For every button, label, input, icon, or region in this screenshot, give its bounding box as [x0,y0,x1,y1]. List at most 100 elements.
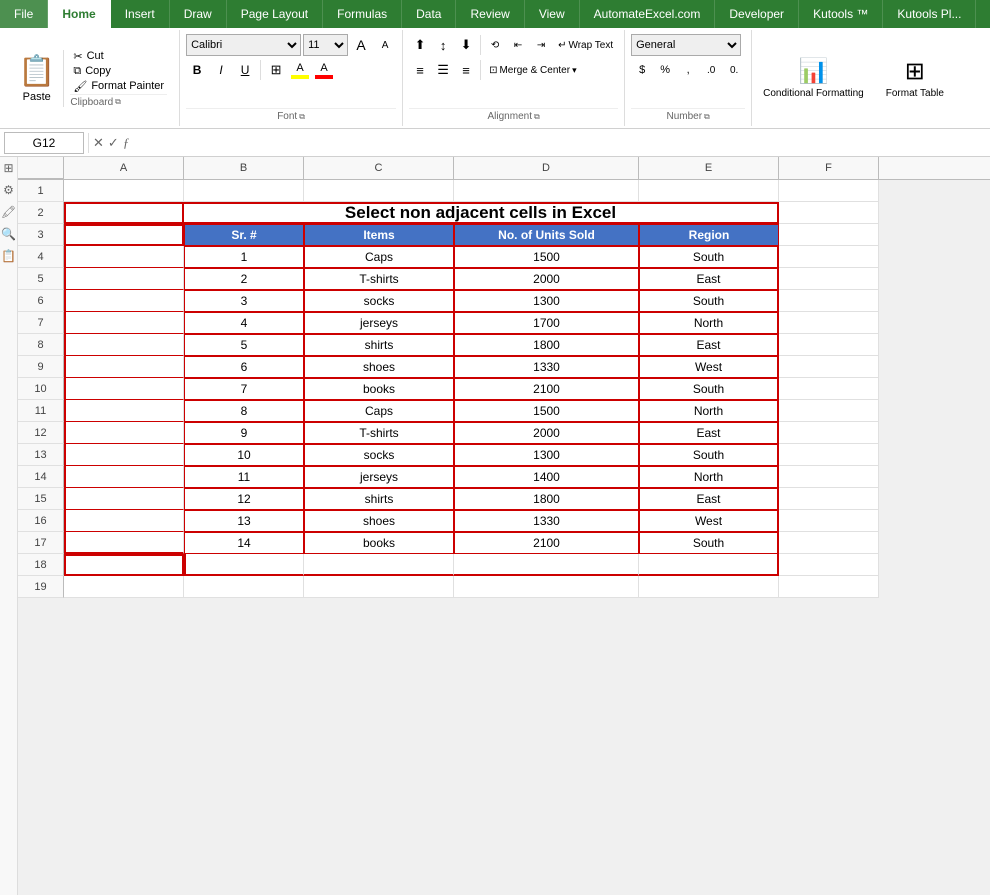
cell-C1[interactable] [304,180,454,202]
cell-D3[interactable]: No. of Units Sold [454,224,639,246]
cell-C15[interactable]: shirts [304,488,454,510]
row-header-8[interactable]: 8 [18,334,64,356]
indent-decrease-button[interactable]: ⇤ [507,34,529,56]
tab-view[interactable]: View [525,0,580,28]
number-format-select[interactable]: General [631,34,741,56]
col-header-C[interactable]: C [304,157,454,179]
cell-D4[interactable]: 1500 [454,246,639,268]
cell-B12[interactable]: 9 [184,422,304,444]
row-header-5[interactable]: 5 [18,268,64,290]
cell-F2[interactable] [779,202,879,224]
cell-A14[interactable] [64,466,184,488]
wrap-text-button[interactable]: ↵ Wrap Text [553,34,618,56]
cell-E5[interactable]: East [639,268,779,290]
cell-B6[interactable]: 3 [184,290,304,312]
font-name-select[interactable]: Calibri [186,34,301,56]
cell-C17[interactable]: books [304,532,454,554]
cell-D5[interactable]: 2000 [454,268,639,290]
cell-F15[interactable] [779,488,879,510]
row-header-1[interactable]: 1 [18,180,64,202]
row-header-3[interactable]: 3 [18,224,64,246]
copy-button[interactable]: ⧉ Copy [70,64,167,79]
cell-E19[interactable] [639,576,779,598]
cell-B15[interactable]: 12 [184,488,304,510]
currency-button[interactable]: $ [631,59,653,81]
cell-B4[interactable]: 1 [184,246,304,268]
decrease-font-button[interactable]: A [374,34,396,56]
align-middle-button[interactable]: ↕ [432,34,454,56]
font-size-select[interactable]: 11 [303,34,348,56]
row-header-15[interactable]: 15 [18,488,64,510]
italic-button[interactable]: I [210,59,232,81]
cell-A10[interactable] [64,378,184,400]
cell-E12[interactable]: East [639,422,779,444]
cell-D15[interactable]: 1800 [454,488,639,510]
col-header-D[interactable]: D [454,157,639,179]
cell-E18[interactable] [639,554,779,576]
row-header-13[interactable]: 13 [18,444,64,466]
align-center-button[interactable]: ☰ [432,59,454,81]
cell-F1[interactable] [779,180,879,202]
cell-C6[interactable]: socks [304,290,454,312]
cell-A3[interactable] [64,224,184,246]
bold-button[interactable]: B [186,59,208,81]
sidebar-icon-5[interactable]: 📋 [1,249,16,263]
cell-B7[interactable]: 4 [184,312,304,334]
cell-C8[interactable]: shirts [304,334,454,356]
cell-C19[interactable] [304,576,454,598]
cell-C14[interactable]: jerseys [304,466,454,488]
align-top-button[interactable]: ⬆ [409,34,431,56]
insert-function-icon[interactable]: ƒ [123,135,130,151]
cell-B1[interactable] [184,180,304,202]
number-expand-icon[interactable]: ⧉ [704,112,710,122]
merge-center-button[interactable]: ⊡ Merge & Center ▾ [484,59,618,81]
cell-B8[interactable]: 5 [184,334,304,356]
cancel-formula-icon[interactable]: ✕ [93,135,104,151]
tab-page-layout[interactable]: Page Layout [227,0,323,28]
cell-F5[interactable] [779,268,879,290]
row-header-9[interactable]: 9 [18,356,64,378]
cell-A15[interactable] [64,488,184,510]
tab-formulas[interactable]: Formulas [323,0,402,28]
row-header-6[interactable]: 6 [18,290,64,312]
cell-B9[interactable]: 6 [184,356,304,378]
cell-D17[interactable]: 2100 [454,532,639,554]
cell-A2[interactable] [64,202,184,224]
cell-A16[interactable] [64,510,184,532]
cell-B13[interactable]: 10 [184,444,304,466]
cell-C7[interactable]: jerseys [304,312,454,334]
cell-F4[interactable] [779,246,879,268]
text-direction-button[interactable]: ⟲ [484,34,506,56]
cell-F3[interactable] [779,224,879,246]
cell-D6[interactable]: 1300 [454,290,639,312]
cell-E1[interactable] [639,180,779,202]
sidebar-icon-1[interactable]: ⊞ [3,161,13,175]
cell-C16[interactable]: shoes [304,510,454,532]
cell-D19[interactable] [454,576,639,598]
fill-color-button[interactable]: A [289,59,311,81]
cell-D16[interactable]: 1330 [454,510,639,532]
cell-A4[interactable] [64,246,184,268]
cell-E3[interactable]: Region [639,224,779,246]
cell-F8[interactable] [779,334,879,356]
cell-B2-merged[interactable]: Select non adjacent cells in Excel [184,202,779,224]
cell-E4[interactable]: South [639,246,779,268]
row-header-14[interactable]: 14 [18,466,64,488]
align-bottom-button[interactable]: ⬇ [455,34,477,56]
alignment-expand-icon[interactable]: ⧉ [534,112,540,122]
cell-B18[interactable] [184,554,304,576]
tab-data[interactable]: Data [402,0,456,28]
cell-F6[interactable] [779,290,879,312]
cell-F19[interactable] [779,576,879,598]
cell-A11[interactable] [64,400,184,422]
row-header-19[interactable]: 19 [18,576,64,598]
cell-E7[interactable]: North [639,312,779,334]
formula-input[interactable] [133,132,986,154]
row-header-4[interactable]: 4 [18,246,64,268]
cell-B10[interactable]: 7 [184,378,304,400]
row-header-7[interactable]: 7 [18,312,64,334]
cell-F14[interactable] [779,466,879,488]
cell-D13[interactable]: 1300 [454,444,639,466]
cell-E14[interactable]: North [639,466,779,488]
row-header-12[interactable]: 12 [18,422,64,444]
